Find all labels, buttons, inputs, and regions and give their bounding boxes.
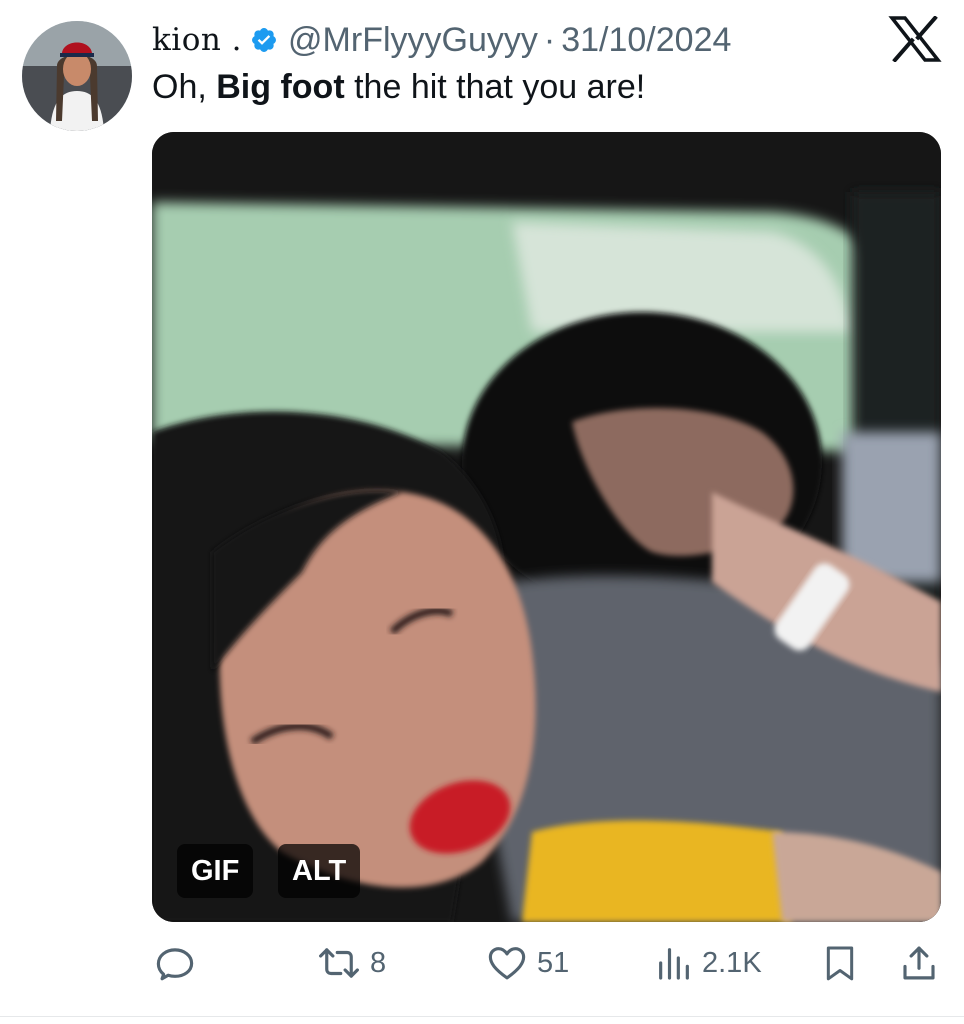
share-button[interactable] bbox=[898, 942, 940, 984]
like-button[interactable]: 51 bbox=[485, 942, 569, 984]
author-handle[interactable]: @MrFlyyyGuyyy bbox=[288, 21, 538, 60]
heart-icon bbox=[485, 942, 529, 984]
media-gif[interactable]: GIF ALT bbox=[152, 132, 941, 922]
display-name[interactable]: kion . bbox=[152, 22, 242, 58]
bookmark-icon bbox=[820, 942, 860, 984]
divider bbox=[0, 1016, 964, 1017]
tweet-text-bold: Big foot bbox=[216, 68, 345, 106]
tweet-text-before: Oh, bbox=[152, 68, 217, 106]
verified-badge-icon bbox=[250, 26, 278, 54]
views-icon bbox=[654, 942, 694, 984]
action-bar: 8 51 2.1K bbox=[0, 942, 964, 992]
reply-button[interactable] bbox=[154, 942, 196, 984]
separator-dot: · bbox=[543, 20, 556, 59]
gif-badge: GIF bbox=[177, 844, 254, 898]
retweet-count: 8 bbox=[370, 946, 387, 979]
bookmark-button[interactable] bbox=[820, 942, 860, 984]
views-count: 2.1K bbox=[702, 946, 762, 979]
share-icon bbox=[898, 942, 940, 984]
x-logo-icon bbox=[888, 15, 942, 63]
retweet-icon bbox=[316, 942, 362, 984]
tweet-text: Oh, Big foot the hit that you are! bbox=[152, 68, 645, 107]
avatar[interactable] bbox=[22, 21, 132, 131]
alt-text-button[interactable]: ALT bbox=[278, 844, 361, 898]
reply-icon bbox=[154, 942, 196, 984]
tweet-text-after: the hit that you are! bbox=[344, 68, 646, 106]
gif-frame-image bbox=[152, 132, 941, 922]
tweet-header: kion . @MrFlyyyGuyyy · 31/10/2024 bbox=[152, 18, 731, 62]
tweet-date[interactable]: 31/10/2024 bbox=[561, 21, 731, 60]
like-count: 51 bbox=[537, 946, 570, 979]
retweet-button[interactable]: 8 bbox=[316, 942, 386, 984]
views-button[interactable]: 2.1K bbox=[654, 942, 762, 984]
